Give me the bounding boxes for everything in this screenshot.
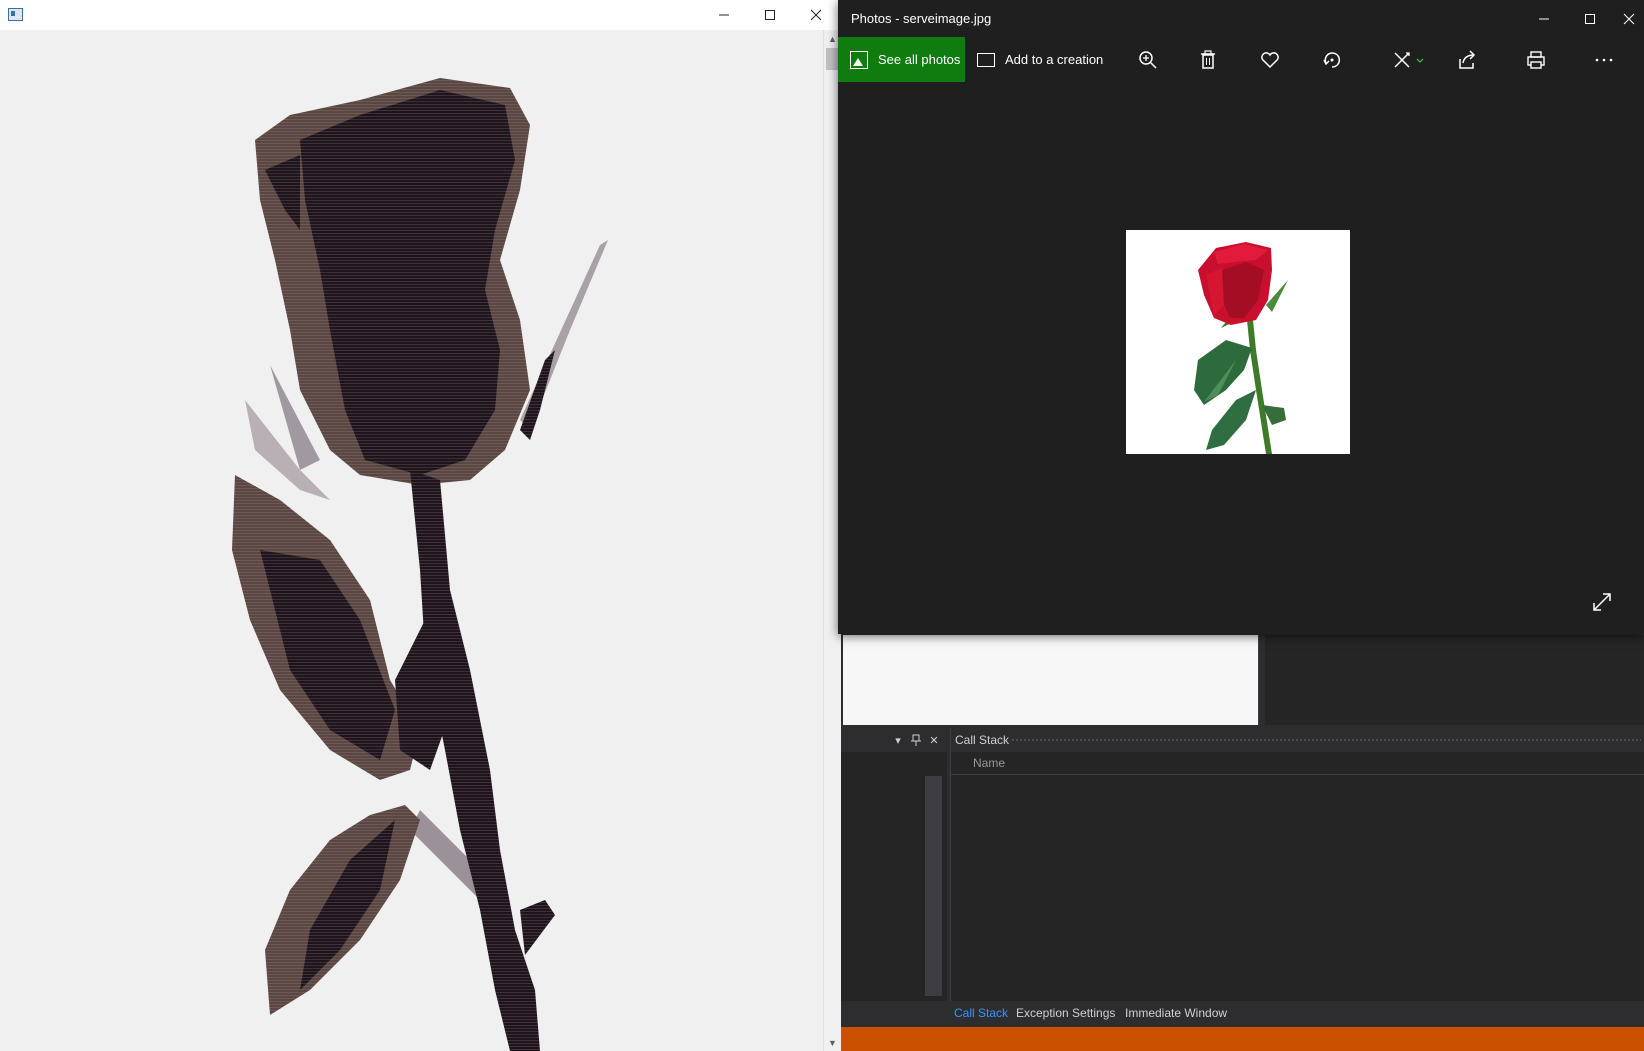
photos-toolbar: See all photos Add to a creation bbox=[838, 37, 1644, 82]
call-stack-header: Call Stack bbox=[951, 728, 1644, 752]
add-to-creation-label: Add to a creation bbox=[1005, 52, 1104, 67]
ide-bottom-tabs: Call Stack Exception Settings Immediate … bbox=[941, 1002, 1644, 1026]
maximize-icon bbox=[1585, 13, 1595, 24]
print-icon[interactable] bbox=[1524, 48, 1548, 72]
call-stack-title: Call Stack bbox=[955, 733, 1010, 747]
photos-minimize-button[interactable] bbox=[1521, 0, 1567, 37]
close-icon bbox=[810, 9, 822, 21]
tab-immediate-window[interactable]: Immediate Window bbox=[1125, 1006, 1227, 1020]
photos-titlebar[interactable]: Photos - serveimage.jpg bbox=[838, 0, 1644, 37]
minimize-icon bbox=[719, 14, 729, 16]
edit-icon[interactable] bbox=[1390, 48, 1430, 72]
maximize-icon bbox=[765, 10, 775, 20]
call-stack-column-header[interactable]: Name bbox=[951, 752, 1644, 775]
see-all-photos-button[interactable]: See all photos bbox=[838, 37, 965, 82]
ide-tool-window: ▾ ✕ bbox=[841, 728, 947, 1001]
render-window: ▲ ▼ bbox=[0, 0, 841, 1051]
tool-window-header: ▾ ✕ bbox=[841, 728, 947, 752]
rendered-image-canvas bbox=[0, 30, 823, 1051]
close-tool-icon[interactable]: ✕ bbox=[927, 733, 941, 747]
see-all-photos-label: See all photos bbox=[878, 52, 961, 67]
photos-window: Photos - serveimage.jpg See all photos A… bbox=[838, 0, 1644, 634]
more-icon[interactable] bbox=[1592, 48, 1616, 72]
zoom-in-icon[interactable] bbox=[1136, 48, 1160, 72]
maximize-button[interactable] bbox=[747, 0, 793, 30]
app-icon bbox=[8, 8, 23, 21]
add-to-creation-button[interactable]: Add to a creation bbox=[969, 37, 1119, 82]
minimize-icon bbox=[1539, 18, 1549, 19]
photos-maximize-button[interactable] bbox=[1567, 0, 1613, 37]
close-icon bbox=[1623, 13, 1634, 24]
render-window-titlebar[interactable] bbox=[0, 0, 840, 30]
ide-side-pane bbox=[1265, 635, 1644, 725]
pin-glyph bbox=[911, 734, 921, 746]
ide-editor-pane bbox=[843, 635, 1259, 725]
minimize-button[interactable] bbox=[701, 0, 747, 30]
close-button[interactable] bbox=[793, 0, 839, 30]
photos-close-button[interactable] bbox=[1613, 0, 1644, 37]
ide-status-bar bbox=[841, 1027, 1644, 1051]
rotate-icon[interactable] bbox=[1320, 48, 1344, 72]
delete-icon[interactable] bbox=[1196, 48, 1220, 72]
rose-photo bbox=[1126, 230, 1350, 454]
creation-icon bbox=[977, 52, 995, 67]
heart-icon[interactable] bbox=[1258, 48, 1282, 72]
photos-icon bbox=[850, 50, 868, 69]
photos-window-title: Photos - serveimage.jpg bbox=[851, 11, 992, 26]
tab-call-stack[interactable]: Call Stack bbox=[954, 1006, 1008, 1020]
share-icon[interactable] bbox=[1455, 48, 1479, 72]
displayed-photo[interactable] bbox=[1126, 230, 1350, 454]
ascii-rose-render bbox=[232, 78, 608, 1051]
tab-exception-settings[interactable]: Exception Settings bbox=[1016, 1006, 1115, 1020]
header-grip[interactable] bbox=[1011, 738, 1641, 743]
name-column-label: Name bbox=[973, 756, 1006, 770]
pin-icon[interactable] bbox=[909, 733, 923, 747]
dropdown-icon[interactable]: ▾ bbox=[891, 733, 905, 747]
expand-icon[interactable] bbox=[1590, 590, 1614, 614]
tool-window-scrollbar[interactable] bbox=[925, 776, 942, 996]
call-stack-window: Call Stack Name bbox=[950, 728, 1644, 1001]
scroll-down-icon[interactable]: ▼ bbox=[824, 1034, 841, 1051]
